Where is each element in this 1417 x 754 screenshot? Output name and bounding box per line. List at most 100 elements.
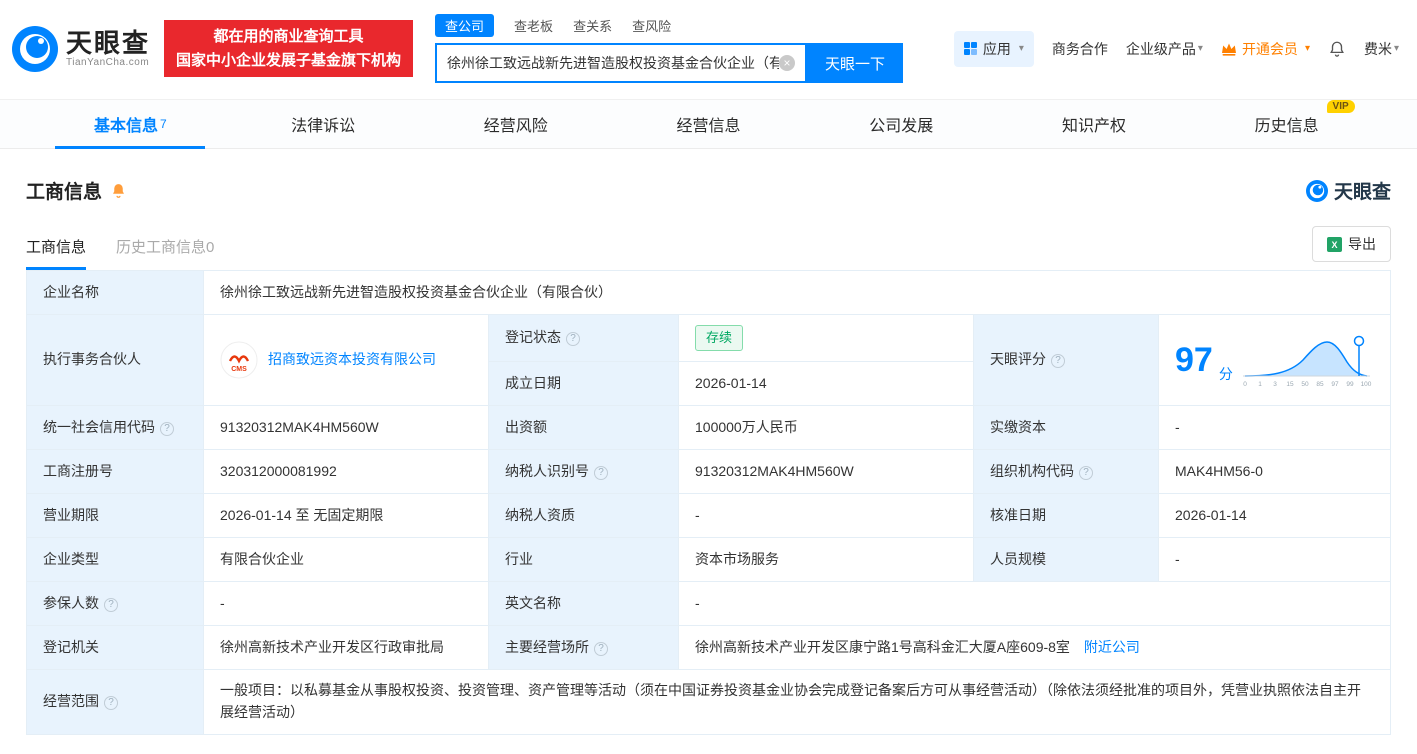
tab-intellectual-property[interactable]: 知识产权 [998,100,1191,148]
field-label-term: 营业期限 [26,493,204,539]
field-value-credit-code: 91320312MAK4HM560W [203,405,489,451]
site-header: 天眼查 TianYanCha.com 都在用的商业查询工具 国家中小企业发展子基… [0,0,1417,91]
caret-down-icon: ▾ [1304,43,1310,54]
promo-banner-line1: 都在用的商业查询工具 [213,28,364,46]
svg-text:97: 97 [1331,381,1339,388]
svg-text:15: 15 [1286,381,1294,388]
enterprise-products-link[interactable]: 企业级产品 ▾ [1126,39,1203,59]
field-value-establish-date: 2026-01-14 [678,361,974,407]
section-header: 工商信息 天眼查 [0,149,1417,204]
tab-basic-info[interactable]: 基本信息 7 [34,100,227,149]
announcement-bell-icon[interactable] [110,182,127,199]
score-unit: 分 [1218,366,1233,383]
section-brand-text: 天眼查 [1333,182,1391,203]
field-label-taxpayer-id: 纳税人识别号? [488,449,679,495]
help-icon[interactable]: ? [1079,465,1093,480]
subtab-business-info[interactable]: 工商信息 [26,236,87,270]
tab-business-info[interactable]: 经营信息 [612,100,805,148]
field-label-org-code: 组织机构代码? [973,449,1159,495]
apps-grid-icon [963,42,977,55]
tianyancha-company-page: 天眼查 TianYanCha.com 都在用的商业查询工具 国家中小企业发展子基… [0,0,1417,754]
field-label-reg-authority: 登记机关 [26,625,204,671]
field-value-industry: 资本市场服务 [678,537,974,583]
tianyancha-logo-icon [1305,179,1328,202]
help-icon[interactable]: ? [1051,354,1065,369]
field-value-reg-status: 存续 [678,313,974,363]
field-value-capital: 100000万人民币 [678,405,974,451]
field-value-partner: CMS 招商致远资本投资有限公司 [203,313,489,407]
promo-banner: 都在用的商业查询工具 国家中小企业发展子基金旗下机构 [164,20,414,77]
promo-banner-line2: 国家中小企业发展子基金旗下机构 [176,51,402,69]
field-value-business-place: 徐州高新技术产业开发区康宁路1号高科金汇大厦A座609-8室 附近公司 [678,625,1391,671]
score-chart: 0 1 3 15 50 85 97 99 100 [1242,335,1372,388]
partner-company-link[interactable]: 招商致远资本投资有限公司 [268,349,436,371]
export-label: 导出 [1348,236,1376,252]
apps-menu[interactable]: 应用 ▾ [953,30,1034,67]
field-value-business-scope: 一般项目：以私募基金从事股权投资、投资管理、资产管理等活动（须在中国证券投资基金… [203,669,1391,735]
search-area: 查公司 查老板 查关系 查风险 × 天眼一下 [435,14,904,83]
search-tab-company[interactable]: 查公司 [435,14,495,37]
tab-business-risk[interactable]: 经营风险 [419,100,612,148]
logo-text: 天眼查 [66,27,151,58]
vip-crown-icon [1221,43,1236,56]
field-value-reg-authority: 徐州高新技术产业开发区行政审批局 [203,625,489,671]
field-value-reg-no: 320312000081992 [203,449,489,495]
svg-text:50: 50 [1301,381,1309,388]
help-icon[interactable]: ? [104,695,118,710]
nearby-companies-link[interactable]: 附近公司 [1084,639,1140,655]
active-tab-underline [55,146,206,149]
status-badge: 存续 [695,325,744,352]
vip-badge: VIP [1326,100,1355,113]
help-icon[interactable]: ? [104,597,118,612]
field-value-insured-count: - [203,581,489,627]
help-icon[interactable]: ? [594,641,608,656]
subtab-history-business-info[interactable]: 历史工商信息0 [116,236,214,270]
caret-down-icon: ▾ [1018,43,1024,54]
field-value-paid-capital: - [1158,405,1391,451]
svg-text:1: 1 [1258,381,1262,388]
field-label-establish-date: 成立日期 [488,361,679,407]
notification-bell-icon[interactable] [1328,40,1346,58]
field-label-taxpayer-quality: 纳税人资质 [488,493,679,539]
export-button[interactable]: X 导出 [1312,226,1391,262]
svg-text:X: X [1331,240,1337,250]
user-menu[interactable]: 费米 ▾ [1364,39,1399,59]
tab-company-development[interactable]: 公司发展 [805,100,998,148]
tab-label: 知识产权 [1061,118,1126,135]
field-label-business-scope: 经营范围? [26,669,204,735]
tab-legal-proceedings[interactable]: 法律诉讼 [227,100,420,148]
biz-cooperation-link[interactable]: 商务合作 [1052,39,1108,59]
field-label-industry: 行业 [488,537,679,583]
search-tab-boss[interactable]: 查老板 [514,16,553,35]
tianyancha-logo[interactable]: 天眼查 TianYanCha.com [12,25,151,72]
enterprise-products-label: 企业级产品 [1125,40,1196,57]
field-value-company-type: 有限合伙企业 [203,537,489,583]
search-button[interactable]: 天眼一下 [807,43,904,83]
help-icon[interactable]: ? [566,332,580,347]
field-label-credit-code: 统一社会信用代码? [26,405,204,451]
caret-down-icon: ▾ [1197,43,1203,54]
search-box: × [435,43,808,83]
field-label-staff-size: 人员规模 [973,537,1159,583]
svg-text:0: 0 [1243,381,1247,388]
field-value-english-name: - [678,581,1391,627]
open-vip-label: 开通会员 [1241,40,1298,57]
search-input[interactable] [447,55,780,71]
field-value-company-name: 徐州徐工致远战新先进智造股权投资基金合伙企业（有限合伙） [203,270,1391,315]
open-vip-link[interactable]: 开通会员 ▾ [1221,39,1310,59]
search-clear-icon[interactable]: × [779,55,796,71]
search-tab-risk[interactable]: 查风险 [632,16,671,35]
field-label-approval-date: 核准日期 [973,493,1159,539]
help-icon[interactable]: ? [594,465,608,480]
apps-label: 应用 [982,40,1011,57]
search-tabs: 查公司 查老板 查关系 查风险 [435,14,903,37]
tab-history-info[interactable]: 历史信息 VIP [1190,100,1383,148]
svg-text:99: 99 [1346,381,1354,388]
search-tab-relation[interactable]: 查关系 [573,16,612,35]
tab-label: 经营风险 [483,118,548,135]
field-label-capital: 出资额 [488,405,679,451]
help-icon[interactable]: ? [160,421,174,436]
tab-label: 基本信息 [94,118,159,135]
excel-icon: X [1327,236,1342,252]
field-value-staff-size: - [1158,537,1391,583]
